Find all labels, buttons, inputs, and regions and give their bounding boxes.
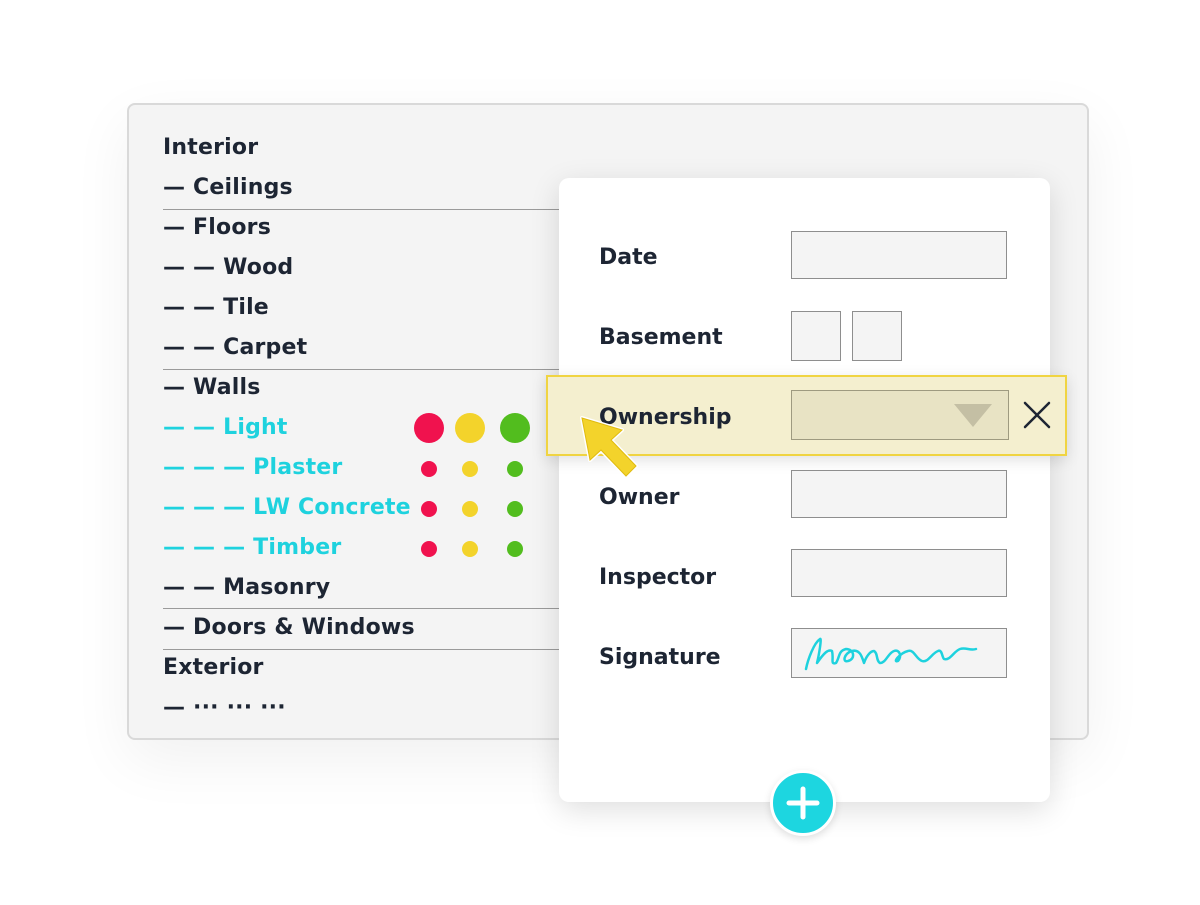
status-dot-red[interactable]	[414, 413, 444, 443]
add-button[interactable]	[770, 770, 836, 836]
date-label: Date	[599, 245, 658, 270]
tree-item-light[interactable]: — — Light	[163, 408, 288, 448]
tree-item-plaster[interactable]: — — — Plaster	[163, 448, 342, 488]
status-dot-yellow[interactable]	[462, 461, 478, 477]
inspector-label: Inspector	[599, 565, 717, 590]
status-dot-red[interactable]	[421, 501, 437, 517]
plus-icon	[786, 786, 820, 820]
tree-item-exterior[interactable]: Exterior	[163, 648, 264, 688]
status-dot-green[interactable]	[507, 501, 523, 517]
tree-item-ceilings[interactable]: — Ceilings	[163, 168, 293, 208]
status-dot-red[interactable]	[421, 541, 437, 557]
signature-label: Signature	[599, 645, 721, 670]
chevron-down-icon[interactable]	[954, 404, 992, 427]
status-dot-yellow[interactable]	[455, 413, 485, 443]
close-icon[interactable]	[1022, 400, 1052, 430]
tree-item-masonry[interactable]: — — Masonry	[163, 568, 330, 608]
status-dot-green[interactable]	[500, 413, 530, 443]
status-dot-red[interactable]	[421, 461, 437, 477]
status-dot-green[interactable]	[507, 461, 523, 477]
tree-item-carpet[interactable]: — — Carpet	[163, 328, 307, 368]
tree-item-doors-windows[interactable]: — Doors & Windows	[163, 608, 415, 648]
signature-field[interactable]	[791, 628, 1007, 678]
date-field[interactable]	[791, 231, 1007, 279]
status-dot-yellow[interactable]	[462, 501, 478, 517]
owner-label: Owner	[599, 485, 680, 510]
signature-scribble	[804, 637, 978, 671]
status-dot-yellow[interactable]	[462, 541, 478, 557]
cursor-arrow-icon	[580, 416, 638, 478]
inspector-field[interactable]	[791, 549, 1007, 597]
basement-label: Basement	[599, 325, 723, 350]
owner-field[interactable]	[791, 470, 1007, 518]
tree-item-tile[interactable]: — — Tile	[163, 288, 269, 328]
tree-item-floors[interactable]: — Floors	[163, 208, 271, 248]
basement-checkbox-1[interactable]	[791, 311, 841, 361]
status-dot-green[interactable]	[507, 541, 523, 557]
tree-item-lw-concrete[interactable]: — — — LW Concrete	[163, 488, 411, 528]
basement-checkbox-2[interactable]	[852, 311, 902, 361]
tree-item-walls[interactable]: — Walls	[163, 368, 261, 408]
tree-item-timber[interactable]: — — — Timber	[163, 528, 341, 568]
tree-item-more[interactable]: — ··· ··· ···	[163, 688, 286, 728]
tree-item-wood[interactable]: — — Wood	[163, 248, 293, 288]
tree-item-interior[interactable]: Interior	[163, 128, 258, 168]
